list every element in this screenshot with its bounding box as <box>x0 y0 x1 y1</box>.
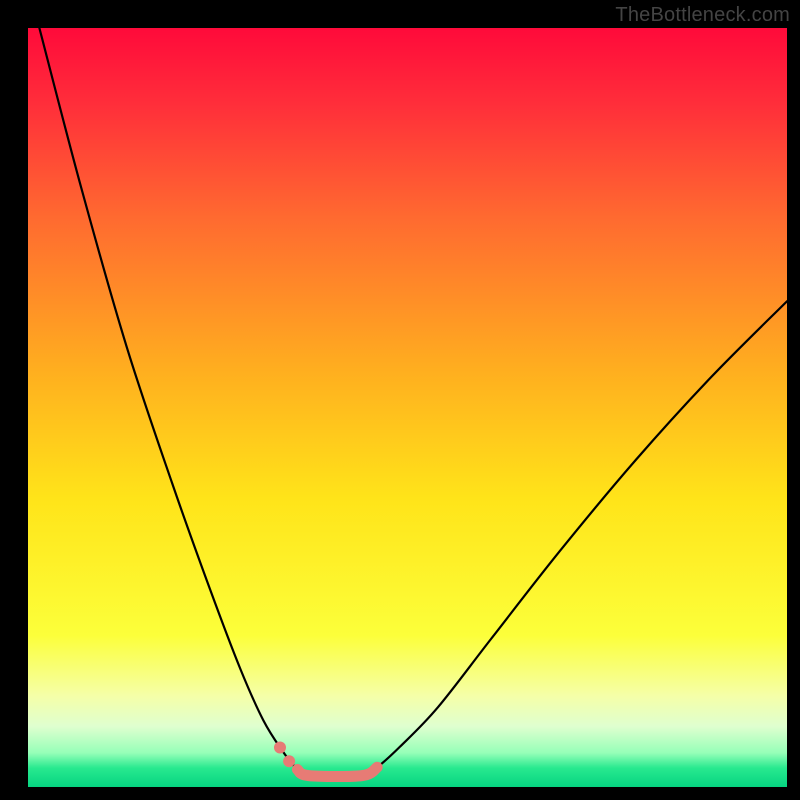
valley-dot <box>274 742 286 754</box>
chart-svg <box>0 0 800 800</box>
watermark-text: TheBottleneck.com <box>615 4 790 27</box>
plot-background <box>28 28 787 787</box>
valley-dot <box>283 755 295 767</box>
chart-stage: TheBottleneck.com <box>0 0 800 800</box>
